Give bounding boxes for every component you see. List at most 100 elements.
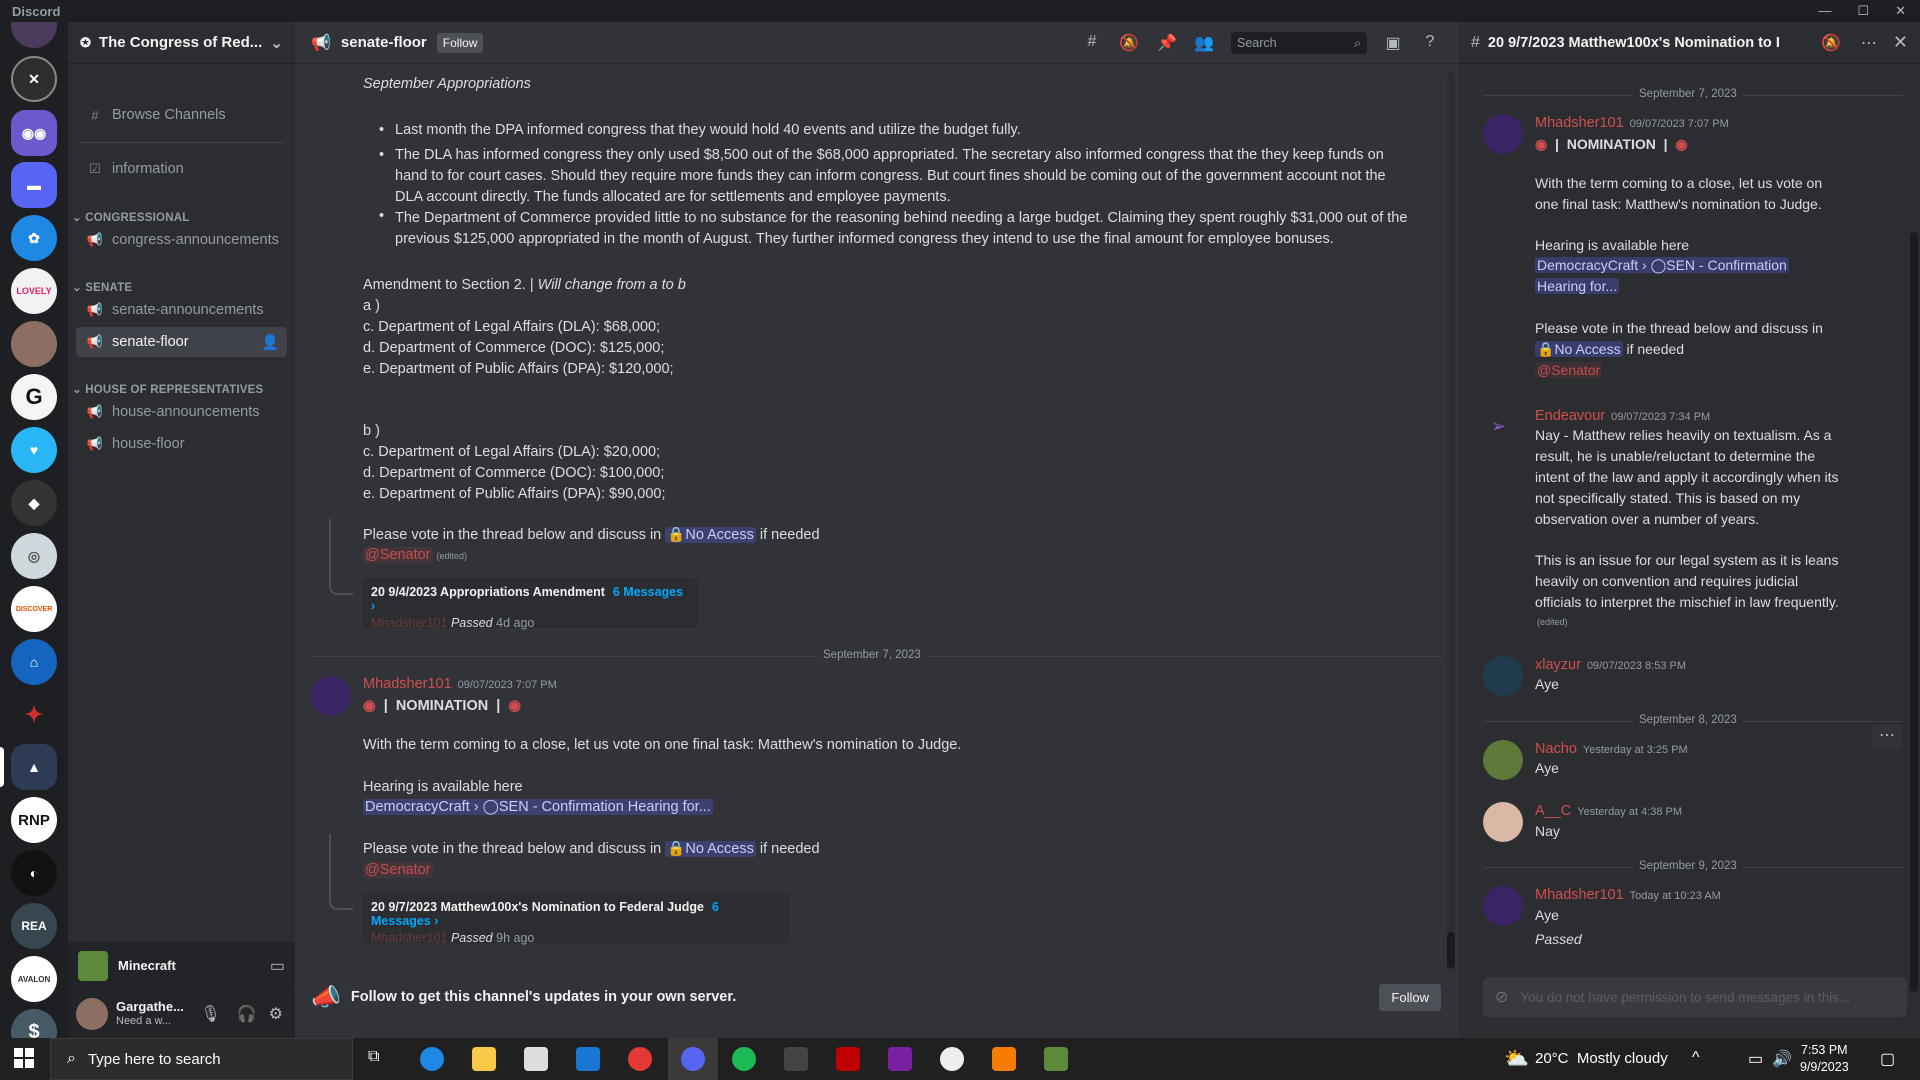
close-icon[interactable]: ✕ — [1893, 32, 1908, 53]
minecraft-icon[interactable] — [1044, 1047, 1068, 1071]
avatar[interactable] — [1483, 740, 1523, 780]
app-icon[interactable] — [940, 1047, 964, 1071]
app-icon[interactable] — [784, 1047, 808, 1071]
folder-icon[interactable]: ▬ — [11, 162, 57, 208]
chrome-icon[interactable] — [628, 1047, 652, 1071]
channel-congress-announcements[interactable]: 📢 congress-announcements — [76, 225, 287, 255]
follow-header-button[interactable]: Follow — [436, 32, 484, 53]
taskbar-search[interactable]: ⌕ Type here to search — [50, 1038, 353, 1080]
server-icon[interactable]: ◐ — [11, 850, 57, 896]
server-icon[interactable]: LOVELY — [11, 268, 57, 314]
members-icon[interactable]: 👥 — [1193, 33, 1215, 53]
message-input[interactable]: ⊘ You do not have permission to send mes… — [1483, 977, 1907, 1017]
no-access-mention[interactable]: 🔒No Access — [1535, 341, 1623, 357]
maximize-icon[interactable]: ☐ — [1857, 3, 1869, 19]
avatar[interactable] — [1483, 114, 1523, 154]
mail-icon[interactable] — [576, 1047, 600, 1071]
follow-text: Follow to get this channel's updates in … — [350, 989, 737, 1005]
thread-card[interactable]: 20 9/4/2023 Appropriations Amendment 6 Me… — [363, 578, 698, 630]
server-icon[interactable]: DISCOVER — [11, 586, 57, 632]
scrollbar-thumb[interactable] — [1910, 232, 1918, 992]
channel-sidebar: ✪ The Congress of Red... ⌄ # Browse Chann… — [68, 22, 295, 1038]
microphone-icon[interactable]: 🎙 — [200, 1004, 220, 1024]
follow-button[interactable]: Follow — [1379, 983, 1441, 1011]
senator-mention[interactable]: @Senator — [363, 862, 433, 878]
add-member-icon[interactable]: 👤 — [261, 334, 279, 351]
spotify-icon[interactable] — [732, 1047, 756, 1071]
task-view-icon[interactable]: ⧉ — [368, 1048, 379, 1066]
server-icon[interactable]: $ — [11, 1009, 57, 1038]
search-input[interactable]: Search ⌕ — [1231, 32, 1367, 54]
file-explorer-icon[interactable] — [472, 1047, 496, 1071]
minimize-icon[interactable]: — — [1818, 3, 1831, 19]
server-icon[interactable] — [11, 22, 57, 48]
mute-bell-icon[interactable]: 🔕 — [1118, 33, 1140, 53]
hearing-link[interactable]: DemocracyCraft › ◯SEN - Confirmation Hea… — [363, 797, 713, 818]
discord-icon[interactable] — [681, 1047, 705, 1071]
volume-icon[interactable]: 🔊 — [1772, 1049, 1792, 1069]
server-icon[interactable]: ◆ — [11, 480, 57, 526]
server-icon[interactable]: ✦ — [11, 692, 57, 738]
server-icon[interactable]: ◎ — [11, 533, 57, 579]
taskbar-clock[interactable]: 7:53 PM 9/9/2023 — [1800, 1042, 1849, 1076]
avatar[interactable] — [1483, 802, 1523, 842]
avatar[interactable] — [1483, 886, 1523, 926]
weather-text[interactable]: 20°C Mostly cloudy — [1535, 1050, 1668, 1067]
notification-icon[interactable]: ▢ — [1880, 1049, 1895, 1069]
chevron-down-icon[interactable]: ⌄ — [270, 34, 283, 52]
server-icon[interactable]: ◉◉ — [11, 110, 57, 156]
avatar[interactable] — [1483, 656, 1523, 696]
network-icon[interactable]: ▭ — [1748, 1049, 1763, 1069]
avatar[interactable] — [311, 676, 351, 716]
help-icon[interactable]: ? — [1419, 33, 1441, 53]
edge-icon[interactable] — [420, 1047, 444, 1071]
avatar[interactable]: ➢ — [1491, 416, 1506, 437]
senator-mention[interactable]: @Senator — [1535, 362, 1603, 378]
server-icon[interactable] — [11, 321, 57, 367]
senator-mention[interactable]: @Senator — [363, 547, 433, 563]
channel-house-announcements[interactable]: 📢 house-announcements — [76, 397, 287, 427]
channel-house-floor[interactable]: 📢 house-floor — [76, 429, 287, 459]
server-icon[interactable]: ▲ — [11, 744, 57, 790]
tray-chevron-icon[interactable]: ^ — [1692, 1049, 1700, 1067]
mute-bell-icon[interactable]: 🔕 — [1821, 33, 1841, 53]
category-senate[interactable]: ⌄ SENATE — [72, 280, 132, 294]
server-icon[interactable]: REA — [11, 903, 57, 949]
bullet: • — [379, 147, 385, 163]
server-header[interactable]: ✪ The Congress of Red... ⌄ — [68, 22, 295, 64]
filezilla-icon[interactable] — [836, 1047, 860, 1071]
server-icon[interactable]: RNP — [11, 797, 57, 843]
threads-icon[interactable]: # — [1081, 33, 1103, 53]
channel-senate-announcements[interactable]: 📢 senate-announcements — [76, 295, 287, 325]
channel-senate-floor[interactable]: 📢 senate-floor 👤 — [76, 327, 287, 357]
server-icon[interactable]: G — [11, 374, 57, 420]
pin-icon[interactable]: 📌 — [1156, 33, 1178, 53]
no-access-mention[interactable]: 🔒No Access — [665, 527, 756, 543]
store-icon[interactable] — [524, 1047, 548, 1071]
no-access-mention[interactable]: 🔒No Access — [665, 841, 756, 857]
message-more-icon[interactable]: ⋯ — [1872, 725, 1902, 749]
intellij-icon[interactable] — [888, 1047, 912, 1071]
server-icon[interactable]: ✕ — [11, 56, 57, 102]
avatar[interactable] — [76, 998, 108, 1030]
server-icon[interactable]: ⌂ — [11, 639, 57, 685]
server-icon[interactable]: ✿ — [11, 215, 57, 261]
hearing-link[interactable]: DemocracyCraft › ◯SEN - Confirmation — [1535, 255, 1789, 276]
thread-card[interactable]: 20 9/7/2023 Matthew100x's Nomination to … — [363, 893, 789, 945]
server-icon[interactable]: AVALON — [11, 956, 57, 1002]
category-congressional[interactable]: ⌄ CONGRESSIONAL — [72, 210, 189, 224]
screen-icon[interactable]: ▭ — [270, 956, 285, 976]
headphones-icon[interactable]: 🎧 — [237, 1004, 257, 1024]
close-window-icon[interactable]: ✕ — [1895, 3, 1906, 19]
browse-channels[interactable]: # Browse Channels — [76, 100, 287, 130]
hearing-link[interactable]: Hearing for... — [1535, 276, 1620, 297]
scrollbar-thumb[interactable] — [1447, 932, 1455, 968]
server-icon[interactable]: ♥ — [11, 427, 57, 473]
category-house[interactable]: ⌄ HOUSE OF REPRESENTATIVES — [72, 382, 263, 396]
inbox-icon[interactable]: ▣ — [1382, 33, 1404, 53]
gear-icon[interactable]: ⚙ — [269, 1004, 283, 1024]
more-options-icon[interactable]: ⋯ — [1861, 33, 1877, 53]
windows-start-icon[interactable] — [14, 1048, 34, 1068]
vlc-icon[interactable] — [992, 1047, 1016, 1071]
channel-information[interactable]: ☑ information — [76, 154, 287, 184]
